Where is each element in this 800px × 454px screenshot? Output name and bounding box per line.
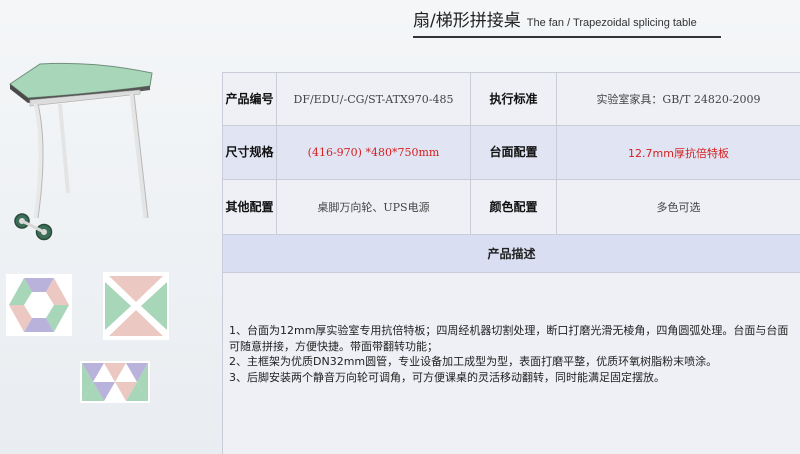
value-other-config: 桌脚万向轮、UPS电源 (277, 180, 471, 235)
label-dimensions: 尺寸规格 (223, 126, 277, 180)
label-tabletop: 台面配置 (471, 126, 557, 180)
value-product-code: DF/EDU/-CG/ST-ATX970-485 (277, 73, 471, 126)
value-dimensions: (416-970) *480*750mm (277, 126, 471, 180)
spec-row-3: 其他配置 桌脚万向轮、UPS电源 颜色配置 多色可选 (223, 180, 800, 235)
label-product-code: 产品编号 (223, 73, 277, 126)
value-standard: 实验室家具：GB/T 24820-2009 (557, 73, 800, 126)
description-header: 产品描述 (223, 235, 800, 273)
label-other-config: 其他配置 (223, 180, 277, 235)
title-chinese: 扇/梯形拼接桌 (413, 11, 521, 31)
description-header-row: 产品描述 (223, 235, 800, 273)
product-image (9, 62, 153, 241)
layout-row-thumbnail (80, 361, 150, 403)
spec-table: 产品编号 DF/EDU/-CG/ST-ATX970-485 执行标准 实验室家具… (222, 72, 800, 454)
value-color-config: 多色可选 (557, 180, 800, 235)
page-title: 扇/梯形拼接桌 The fan / Trapezoidal splicing t… (413, 6, 697, 32)
title-english: The fan / Trapezoidal splicing table (526, 17, 697, 29)
spec-row-1: 产品编号 DF/EDU/-CG/ST-ATX970-485 执行标准 实验室家具… (223, 73, 800, 126)
layout-bowtie-thumbnail (103, 272, 169, 340)
title-underline (413, 36, 721, 38)
label-standard: 执行标准 (471, 73, 557, 126)
label-color-config: 颜色配置 (471, 180, 557, 235)
value-tabletop: 12.7mm厚抗倍特板 (557, 126, 800, 180)
layout-hexagon-thumbnail (6, 274, 72, 336)
description-line-1: 1、台面为12mm厚实验室专用抗倍特板；四周经机器切割处理，断口打磨光滑无棱角，… (229, 324, 789, 353)
description-line-2: 2、主框架为优质DN32mm圆管，专业设备加工成型为型，表面打磨平整，优质环氧树… (229, 355, 718, 369)
product-description: 1、台面为12mm厚实验室专用抗倍特板；四周经机器切割处理，断口打磨光滑无棱角，… (229, 323, 799, 385)
spec-row-2: 尺寸规格 (416-970) *480*750mm 台面配置 12.7mm厚抗倍… (223, 126, 800, 180)
description-line-3: 3、后脚安装两个静音万向轮可调角，可方便课桌的灵活移动翻转，同时能满足固定摆放。 (229, 370, 665, 384)
